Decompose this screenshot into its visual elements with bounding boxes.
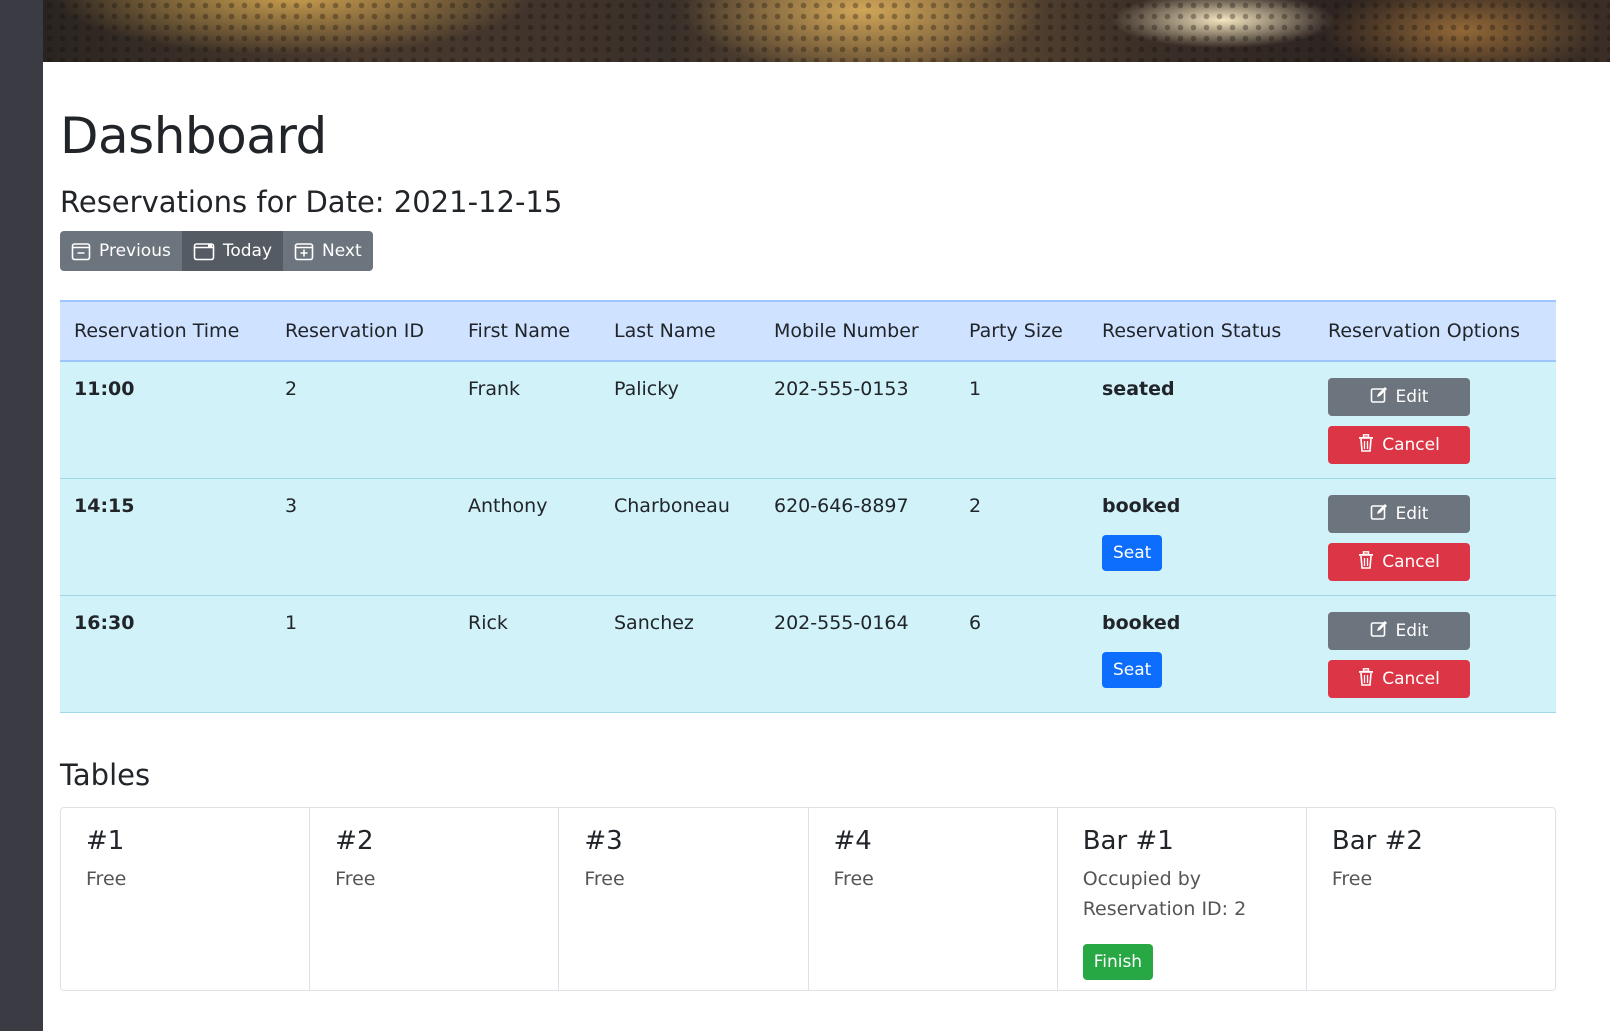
column-header: Last Name [600, 300, 760, 362]
column-header: Mobile Number [760, 300, 955, 362]
column-header: Reservation Options [1314, 300, 1556, 362]
edit-label: Edit [1395, 504, 1429, 524]
reservation-status: booked [1102, 495, 1181, 517]
table-card: #3 Free [559, 808, 809, 990]
reservation-options-cell: Edit Cancel [1314, 595, 1556, 713]
tables-grid: #1 Free #2 Free #3 Free #4 Free Bar #1 O… [60, 807, 1556, 991]
table-card: #2 Free [310, 808, 560, 990]
reservation-time: 11:00 [60, 361, 271, 479]
date-heading: Reservations for Date: 2021-12-15 [60, 185, 563, 219]
reservations-table: Reservation Time Reservation ID First Na… [60, 300, 1556, 713]
reservation-status-cell: seated [1088, 361, 1314, 479]
date-navigation: Previous Today Next [60, 231, 373, 271]
table-card: Bar #1 Occupied by Reservation ID: 2 Fin… [1058, 808, 1307, 990]
edit-icon [1370, 386, 1388, 409]
reservation-status: seated [1102, 378, 1175, 400]
reservation-time: 16:30 [60, 595, 271, 713]
next-day-label: Next [322, 241, 362, 261]
today-button[interactable]: Today [181, 231, 284, 271]
trash-icon [1358, 550, 1374, 574]
trash-icon [1358, 433, 1374, 457]
edit-icon [1370, 503, 1388, 526]
table-card: Bar #2 Free [1307, 808, 1555, 990]
first-name: Frank [454, 361, 600, 479]
column-header: Reservation Status [1088, 300, 1314, 362]
page-title: Dashboard [60, 107, 327, 165]
table-status: Free [584, 868, 625, 890]
table-card: #4 Free [809, 808, 1058, 990]
previous-day-button[interactable]: Previous [60, 231, 182, 271]
reservation-options-cell: Edit Cancel [1314, 478, 1556, 596]
last-name: Charboneau [600, 478, 760, 596]
table-card: #1 Free [61, 808, 311, 990]
edit-button[interactable]: Edit [1328, 495, 1470, 533]
cancel-button[interactable]: Cancel [1328, 426, 1470, 464]
cancel-label: Cancel [1382, 552, 1440, 572]
table-status: Free [1331, 868, 1373, 890]
party-size: 6 [955, 595, 1088, 713]
first-name: Anthony [454, 478, 600, 596]
edit-label: Edit [1395, 621, 1429, 641]
reservation-status-cell: booked Seat [1088, 595, 1314, 713]
table-row: 16:30 1 Rick Sanchez 202-555-0164 6 book… [60, 595, 1556, 713]
reservation-status-cell: booked Seat [1088, 478, 1314, 596]
column-header: Party Size [955, 300, 1088, 362]
cancel-label: Cancel [1382, 669, 1440, 689]
reservation-options-cell: Edit Cancel [1314, 361, 1556, 479]
party-size: 2 [955, 478, 1088, 596]
seat-button[interactable]: Seat [1102, 535, 1163, 571]
mobile-number: 620-646-8897 [760, 478, 955, 596]
reservation-id: 1 [271, 595, 454, 713]
table-name: #3 [584, 826, 623, 856]
table-name: #4 [833, 826, 872, 856]
sidebar [0, 0, 43, 1031]
table-status: Free [335, 868, 376, 890]
edit-button[interactable]: Edit [1328, 612, 1470, 650]
reservation-status: booked [1102, 612, 1181, 634]
edit-button[interactable]: Edit [1328, 378, 1470, 416]
table-status: Free [833, 868, 874, 890]
cancel-button[interactable]: Cancel [1328, 660, 1470, 698]
finish-button[interactable]: Finish [1082, 944, 1154, 980]
calendar-icon [193, 241, 215, 261]
mobile-number: 202-555-0153 [760, 361, 955, 479]
table-status: Occupied by Reservation ID: 2 [1082, 868, 1247, 920]
party-size: 1 [955, 361, 1088, 479]
reservation-time: 14:15 [60, 478, 271, 596]
today-label: Today [222, 241, 273, 261]
edit-label: Edit [1395, 387, 1429, 407]
cancel-button[interactable]: Cancel [1328, 543, 1470, 581]
table-status: Free [86, 868, 127, 890]
last-name: Sanchez [600, 595, 760, 713]
cancel-label: Cancel [1382, 435, 1440, 455]
table-name: Bar #2 [1331, 826, 1423, 856]
column-header: Reservation ID [271, 300, 454, 362]
tables-heading: Tables [60, 758, 151, 792]
table-header-row: Reservation Time Reservation ID First Na… [60, 300, 1556, 362]
table-row: 11:00 2 Frank Palicky 202-555-0153 1 sea… [60, 361, 1556, 479]
table-name: Bar #1 [1082, 826, 1174, 856]
table-name: #2 [335, 826, 374, 856]
header-banner-image [43, 0, 1610, 62]
column-header: First Name [454, 300, 600, 362]
column-header: Reservation Time [60, 300, 271, 362]
first-name: Rick [454, 595, 600, 713]
reservation-id: 3 [271, 478, 454, 596]
table-name: #1 [86, 826, 125, 856]
mobile-number: 202-555-0164 [760, 595, 955, 713]
table-row: 14:15 3 Anthony Charboneau 620-646-8897 … [60, 478, 1556, 596]
last-name: Palicky [600, 361, 760, 479]
reservation-id: 2 [271, 361, 454, 479]
calendar-minus-icon [71, 241, 91, 261]
next-day-button[interactable]: Next [283, 231, 373, 271]
calendar-plus-icon [294, 241, 314, 261]
edit-icon [1370, 620, 1388, 643]
trash-icon [1358, 667, 1374, 691]
previous-day-label: Previous [99, 241, 171, 261]
seat-button[interactable]: Seat [1102, 652, 1163, 688]
